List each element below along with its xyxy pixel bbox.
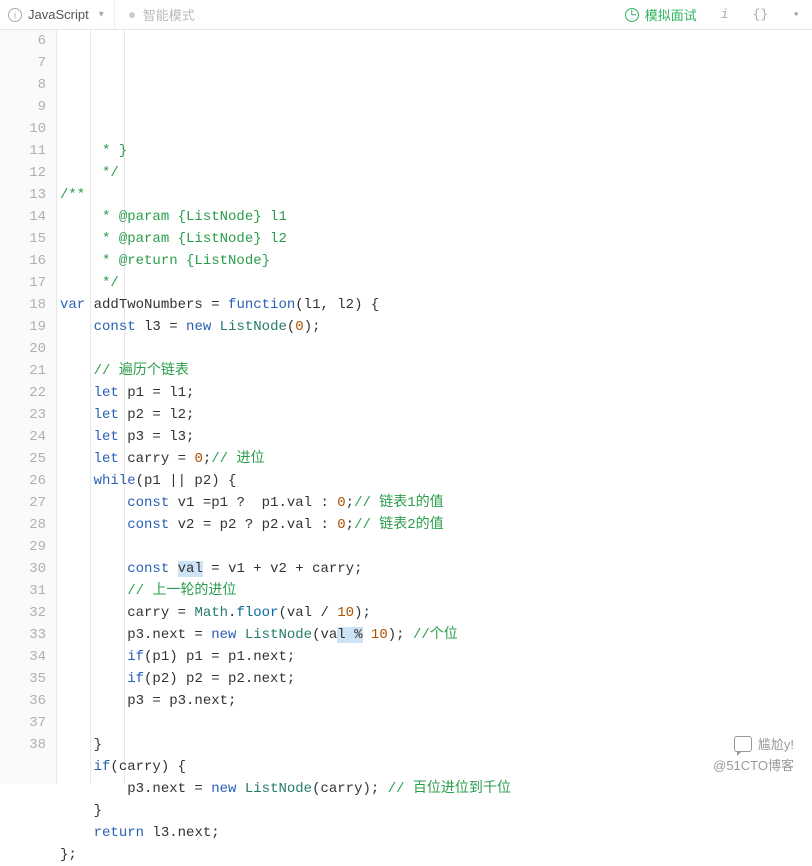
info-button[interactable]: i <box>709 7 741 22</box>
line-number: 12 <box>0 162 46 184</box>
code-line[interactable]: * @return {ListNode} <box>60 250 812 272</box>
code-line[interactable]: p3 = p3.next; <box>60 690 812 712</box>
line-number: 22 <box>0 382 46 404</box>
code-line[interactable]: }; <box>60 844 812 866</box>
code-line[interactable]: let p2 = l2; <box>60 404 812 426</box>
line-number: 18 <box>0 294 46 316</box>
code-line[interactable]: p3.next = new ListNode(val % 10); //个位 <box>60 624 812 646</box>
mode-selector[interactable]: 智能模式 <box>115 0 209 29</box>
language-selector[interactable]: i JavaScript ▾ <box>0 0 115 29</box>
line-number: 11 <box>0 140 46 162</box>
line-number: 38 <box>0 734 46 756</box>
code-line[interactable]: // 遍历个链表 <box>60 360 812 382</box>
code-line[interactable]: let p1 = l1; <box>60 382 812 404</box>
line-number: 30 <box>0 558 46 580</box>
line-number: 35 <box>0 668 46 690</box>
code-line[interactable]: */ <box>60 272 812 294</box>
indent-guide <box>56 30 57 784</box>
line-number: 14 <box>0 206 46 228</box>
line-number: 13 <box>0 184 46 206</box>
line-number: 16 <box>0 250 46 272</box>
line-number: 6 <box>0 30 46 52</box>
code-line[interactable]: // 上一轮的进位 <box>60 580 812 602</box>
dot-icon <box>129 12 135 18</box>
line-number: 34 <box>0 646 46 668</box>
line-number: 37 <box>0 712 46 734</box>
line-number: 10 <box>0 118 46 140</box>
more-button[interactable]: • <box>780 7 812 22</box>
info-icon: i <box>8 8 22 22</box>
code-line[interactable]: * } <box>60 140 812 162</box>
code-line[interactable]: * @param {ListNode} l2 <box>60 228 812 250</box>
code-line[interactable]: let carry = 0;// 进位 <box>60 448 812 470</box>
code-line[interactable]: p3.next = new ListNode(carry); // 百位进位到千… <box>60 778 812 800</box>
code-editor[interactable]: 6789101112131415161718192021222324252627… <box>0 30 812 784</box>
line-number: 36 <box>0 690 46 712</box>
code-content[interactable]: * } *//** * @param {ListNode} l1 * @para… <box>56 30 812 784</box>
line-number: 20 <box>0 338 46 360</box>
code-line[interactable]: while(p1 || p2) { <box>60 470 812 492</box>
code-line[interactable]: */ <box>60 162 812 184</box>
line-number: 24 <box>0 426 46 448</box>
code-line[interactable]: } <box>60 734 812 756</box>
code-line[interactable] <box>60 338 812 360</box>
line-number: 29 <box>0 536 46 558</box>
line-number: 9 <box>0 96 46 118</box>
format-button[interactable]: {} <box>741 7 781 22</box>
code-line[interactable]: var addTwoNumbers = function(l1, l2) { <box>60 294 812 316</box>
code-line[interactable]: const val = v1 + v2 + carry; <box>60 558 812 580</box>
mock-interview-label: 模拟面试 <box>645 5 697 24</box>
code-line[interactable]: const v2 = p2 ? p2.val : 0;// 链表2的值 <box>60 514 812 536</box>
line-number: 7 <box>0 52 46 74</box>
line-number: 28 <box>0 514 46 536</box>
code-line[interactable]: let p3 = l3; <box>60 426 812 448</box>
line-number-gutter: 6789101112131415161718192021222324252627… <box>0 30 56 784</box>
mock-interview-button[interactable]: 模拟面试 <box>613 0 709 29</box>
code-line[interactable]: * @param {ListNode} l1 <box>60 206 812 228</box>
line-number: 32 <box>0 602 46 624</box>
line-number: 26 <box>0 470 46 492</box>
line-number: 25 <box>0 448 46 470</box>
clock-icon <box>625 8 639 22</box>
language-label: JavaScript <box>28 7 89 22</box>
line-number: 23 <box>0 404 46 426</box>
code-line[interactable]: if(p1) p1 = p1.next; <box>60 646 812 668</box>
code-line[interactable]: const l3 = new ListNode(0); <box>60 316 812 338</box>
code-line[interactable] <box>60 712 812 734</box>
line-number: 33 <box>0 624 46 646</box>
editor-toolbar: i JavaScript ▾ 智能模式 模拟面试 i {} • <box>0 0 812 30</box>
code-line[interactable]: if(p2) p2 = p2.next; <box>60 668 812 690</box>
code-line[interactable]: } <box>60 800 812 822</box>
line-number: 17 <box>0 272 46 294</box>
line-number: 19 <box>0 316 46 338</box>
code-line[interactable]: if(carry) { <box>60 756 812 778</box>
code-line[interactable]: const v1 =p1 ? p1.val : 0;// 链表1的值 <box>60 492 812 514</box>
line-number: 27 <box>0 492 46 514</box>
code-line[interactable] <box>60 536 812 558</box>
line-number: 15 <box>0 228 46 250</box>
line-number: 31 <box>0 580 46 602</box>
mode-label: 智能模式 <box>143 5 195 24</box>
chevron-down-icon: ▾ <box>99 9 104 20</box>
line-number: 8 <box>0 74 46 96</box>
code-line[interactable]: /** <box>60 184 812 206</box>
code-line[interactable]: return l3.next; <box>60 822 812 844</box>
code-line[interactable]: carry = Math.floor(val / 10); <box>60 602 812 624</box>
line-number: 21 <box>0 360 46 382</box>
